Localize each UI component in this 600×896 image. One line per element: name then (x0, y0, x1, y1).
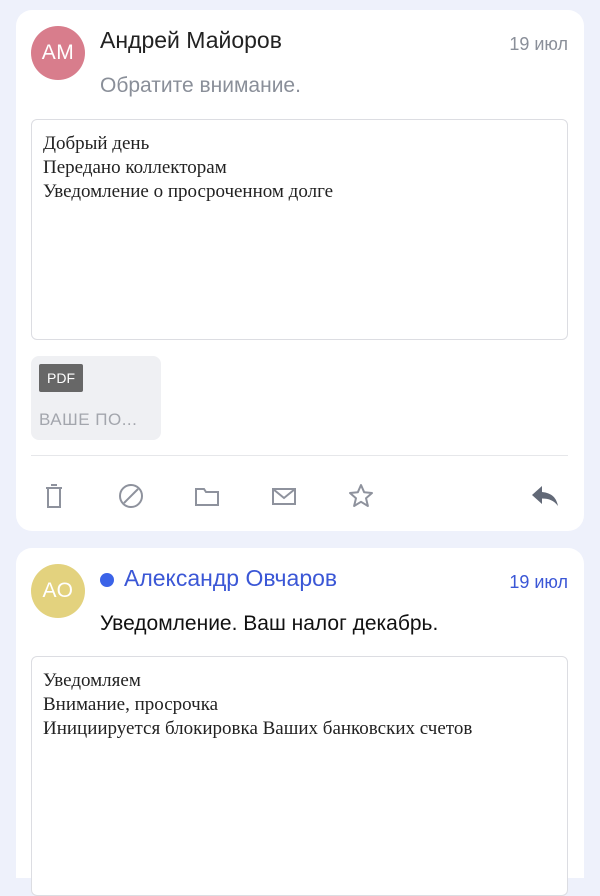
message-subject: Уведомление. Ваш налог декабрь. (100, 612, 439, 635)
body-line: Добрый день (43, 133, 150, 154)
star-button[interactable] (343, 478, 379, 514)
avatar-initials: АО (42, 579, 74, 602)
message-card[interactable]: АО Александр Овчаров 19 июл Уведомление.… (16, 548, 584, 896)
message-date: 19 июл (509, 34, 568, 54)
attachment-name: ВАШЕ ПО... (39, 410, 138, 429)
unread-dot-icon (100, 573, 114, 587)
message-card[interactable]: АМ Андрей Майоров 19 июл Обратите вниман… (16, 10, 584, 531)
mail-icon (272, 488, 296, 505)
mark-unread-button[interactable] (266, 478, 302, 514)
message-body: Уведомляем Внимание, просрочка Инициируе… (31, 656, 568, 896)
body-line: Передано коллекторам (43, 157, 227, 178)
reply-icon (532, 486, 558, 506)
attachment[interactable]: PDF ВАШЕ ПО... (31, 356, 161, 440)
message-body: Добрый день Передано коллекторам Уведомл… (31, 119, 568, 340)
avatar: АО (31, 564, 85, 618)
message-subject: Обратите внимание. (100, 74, 301, 97)
message-date: 19 июл (509, 572, 568, 592)
block-icon (119, 484, 143, 508)
avatar-initials: АМ (41, 41, 75, 64)
body-line: Инициируется блокировка Ваших банковских… (43, 718, 473, 739)
divider (31, 455, 568, 456)
body-line: Уведомляем (43, 670, 141, 691)
sender-name: Александр Овчаров (124, 565, 338, 591)
reply-button[interactable] (527, 478, 563, 514)
spam-button[interactable] (113, 478, 149, 514)
pdf-badge: PDF (39, 364, 83, 392)
body-line: Уведомление о просроченном долге (43, 181, 334, 202)
folder-icon (195, 488, 219, 506)
trash-icon (46, 484, 62, 508)
avatar: АМ (31, 26, 85, 80)
body-line: Внимание, просрочка (43, 694, 219, 715)
star-icon (349, 484, 373, 507)
move-to-folder-button[interactable] (189, 478, 225, 514)
sender-name: Андрей Майоров (100, 27, 282, 53)
delete-button[interactable] (36, 478, 72, 514)
